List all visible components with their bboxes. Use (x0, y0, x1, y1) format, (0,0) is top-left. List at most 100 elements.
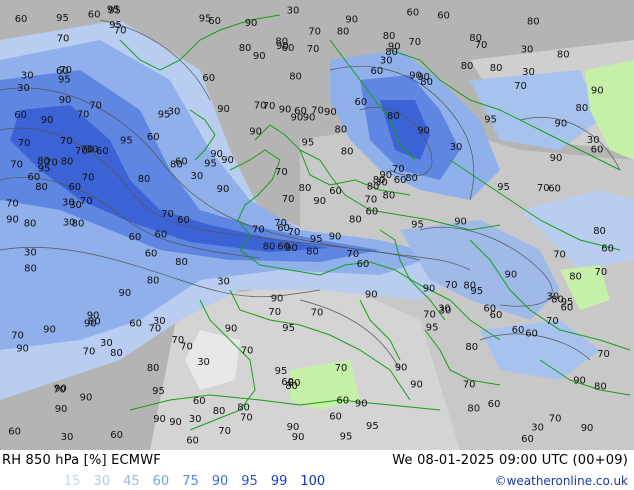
contour-label: 70 (53, 385, 66, 396)
contour-label: 90 (16, 344, 29, 355)
valid-time: We 08-01-2025 09:00 UTC (00+09) (392, 453, 628, 468)
contour-label: 80 (147, 275, 160, 286)
contour-label: 60 (186, 435, 199, 446)
contour-label: 90 (303, 112, 316, 123)
contour-label: 30 (587, 135, 600, 146)
contour-label: 60 (601, 244, 614, 255)
contour-label: 60 (8, 427, 21, 438)
contour-label: 60 (561, 302, 574, 313)
credit-link[interactable]: ©weatheronline.co.uk (495, 474, 628, 488)
contour-label: 60 (175, 156, 188, 167)
legend-level: 100 (300, 474, 326, 489)
contour-label: 70 (408, 37, 421, 48)
contour-label: 70 (423, 310, 436, 321)
contour-label: 60 (155, 230, 168, 241)
contour-label: 80 (24, 219, 37, 230)
contour-label: 60 (193, 396, 206, 407)
contour-label: 60 (145, 248, 158, 259)
contour-label: 70 (89, 101, 102, 112)
contour-label: 30 (521, 45, 534, 56)
contour-label: 80 (306, 246, 319, 257)
contour-label: 90 (365, 290, 378, 301)
rh-field-svg: 8070609080707070908070907090809060908030… (0, 0, 634, 450)
contour-label: 90 (573, 376, 586, 387)
legend-level: 99 (270, 474, 288, 489)
contour-label: 60 (357, 259, 370, 270)
contour-label: 30 (62, 197, 75, 208)
contour-label: 30 (17, 83, 30, 94)
contour-label: 70 (463, 379, 476, 390)
legend-level: 15 (64, 474, 81, 489)
contour-label: 95 (282, 323, 295, 334)
contour-label: 30 (191, 171, 204, 182)
contour-label: 80 (61, 156, 74, 167)
contour-label: 30 (380, 56, 393, 67)
contour-label: 90 (505, 269, 518, 280)
contour-label: 90 (210, 149, 223, 160)
contour-label: 90 (245, 18, 258, 29)
contour-label: 70 (445, 280, 458, 291)
legend-level: 95 (241, 474, 258, 489)
contour-label: 70 (311, 308, 324, 319)
contour-label: 90 (550, 153, 563, 164)
contour-label: 95 (411, 220, 424, 231)
contour-label: 70 (161, 209, 174, 220)
contour-label: 80 (593, 226, 606, 237)
contour-label: 80 (24, 263, 37, 274)
contour-label: 80 (237, 403, 250, 414)
contour-label: 60 (177, 215, 190, 226)
contour-label: 95 (152, 386, 165, 397)
contour-label: 80 (110, 348, 123, 359)
contour-label: 30 (86, 145, 99, 156)
contour-label: 90 (417, 125, 430, 136)
contour-label: 30 (217, 276, 230, 287)
contour-label: 30 (197, 357, 210, 368)
contour-label: 80 (594, 382, 607, 393)
contour-label: 80 (175, 257, 188, 268)
contour-label: 80 (288, 378, 301, 389)
contour-label: 60 (68, 182, 81, 193)
contour-label: 30 (24, 248, 37, 259)
contour-label: 80 (147, 363, 160, 374)
contour-label: 95 (56, 13, 69, 24)
contour-label: 70 (241, 346, 254, 357)
contour-label: 90 (313, 196, 326, 207)
contour-label: 90 (43, 324, 56, 335)
contour-label: 70 (83, 347, 96, 358)
contour-label: 95 (158, 109, 171, 120)
contour-label: 70 (172, 335, 185, 346)
contour-label: 30 (438, 304, 451, 315)
contour-label: 80 (263, 242, 276, 253)
legend-level: 90 (211, 474, 229, 489)
contour-label: 70 (514, 81, 527, 92)
contour-label: 80 (569, 272, 582, 283)
contour-label: 70 (546, 316, 559, 327)
contour-label: 60 (277, 241, 290, 252)
contour-label: 90 (55, 404, 68, 415)
contour-label: 90 (80, 392, 93, 403)
contour-label: 60 (483, 303, 496, 314)
contour-label: 95 (366, 421, 379, 432)
contour-label: 80 (335, 125, 348, 136)
contour-label: 80 (341, 147, 354, 158)
contour-label: 90 (153, 414, 166, 425)
contour-label: 80 (289, 72, 302, 83)
contour-label: 60 (525, 328, 538, 339)
contour-label: 70 (597, 349, 610, 360)
map-footer: RH 850 hPa [%] ECMWF We 08-01-2025 09:00… (0, 450, 634, 490)
contour-label: 70 (82, 173, 95, 184)
contour-label: 60 (129, 319, 142, 330)
contour-label: 30 (153, 316, 166, 327)
contour-label: 70 (275, 167, 288, 178)
contour-label: 95 (108, 5, 121, 16)
contour-label: 95 (204, 158, 217, 169)
contour-label: 30 (63, 218, 76, 229)
contour-label: 60 (371, 66, 384, 77)
contour-label: 60 (56, 66, 69, 77)
contour-label: 60 (336, 395, 349, 406)
contour-label: 60 (208, 16, 221, 27)
contour-label: 60 (548, 184, 561, 195)
contour-label: 80 (337, 27, 350, 38)
legend-level: 30 (93, 474, 111, 489)
contour-label: 80 (35, 182, 48, 193)
